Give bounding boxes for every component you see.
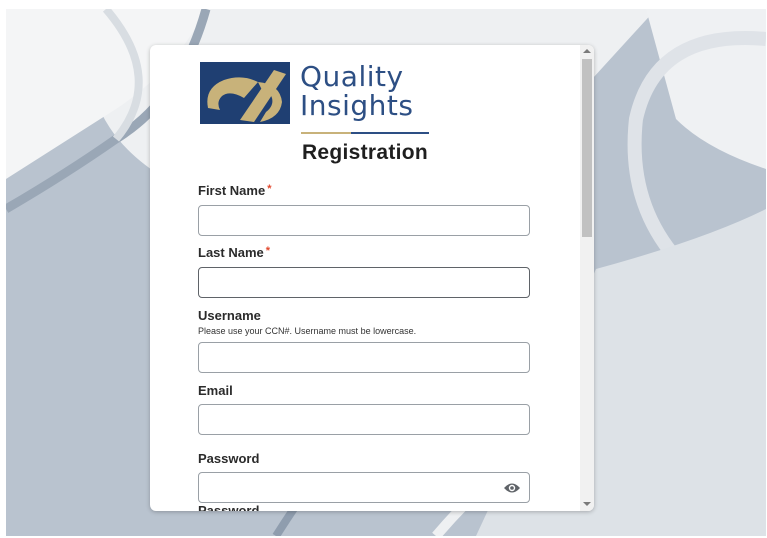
required-marker: * (267, 183, 272, 195)
eye-icon[interactable] (503, 481, 521, 495)
last-name-label-text: Last Name (198, 245, 264, 260)
username-label: Username (198, 308, 261, 323)
registration-form: Quality Insights Registration First Name… (150, 45, 580, 511)
logo-underline-gold (301, 132, 351, 134)
logo-text-insights: Insights (300, 89, 414, 122)
email-input[interactable] (198, 404, 530, 435)
username-hint: Please use your CCN#. Username must be l… (198, 326, 417, 336)
quality-insights-logo: Quality Insights (200, 60, 440, 134)
last-name-label: Last Name * (198, 245, 270, 260)
logo-text-quality: Quality (300, 60, 404, 93)
scroll-thumb[interactable] (582, 59, 592, 237)
password-label: Password (198, 451, 260, 466)
logo-mark-icon (200, 62, 290, 124)
scroll-up-arrow-icon[interactable] (583, 49, 591, 53)
password-input[interactable] (198, 472, 530, 503)
logo-underline-blue (351, 132, 429, 134)
page-title: Registration (301, 141, 429, 164)
username-input[interactable] (198, 342, 530, 373)
vertical-scrollbar[interactable] (580, 45, 594, 511)
last-name-input[interactable] (198, 267, 530, 298)
required-marker: * (265, 245, 271, 257)
registration-card: Quality Insights Registration First Name… (150, 45, 594, 511)
confirm-password-label: Password (198, 504, 259, 511)
email-label: Email (198, 383, 233, 398)
scroll-down-arrow-icon[interactable] (583, 502, 591, 506)
first-name-label-text: First Name (198, 183, 266, 198)
first-name-input[interactable] (198, 205, 530, 236)
first-name-label: First Name * (198, 183, 271, 198)
logo-wordmark: Quality Insights (300, 62, 413, 120)
